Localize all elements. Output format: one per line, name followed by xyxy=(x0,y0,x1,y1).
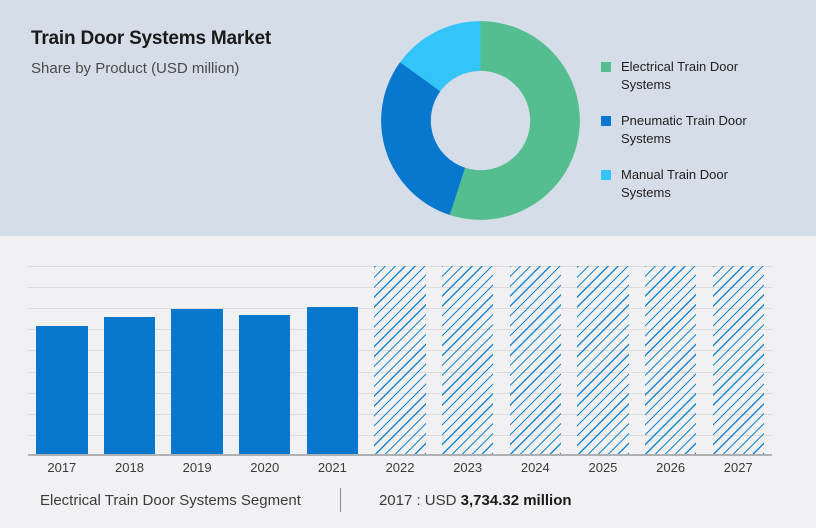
bar-slot xyxy=(28,266,96,454)
bar-forecast[interactable] xyxy=(577,266,629,454)
footer-segment-label: Electrical Train Door Systems Segment xyxy=(40,491,301,509)
footer-value: 2017 : USD 3,734.32 million xyxy=(379,492,572,509)
legend-item-pneumatic[interactable]: Pneumatic Train Door Systems xyxy=(601,112,801,148)
footer-amount: 3,734.32 million xyxy=(460,491,572,509)
infographic-root: Train Door Systems Market Share by Produ… xyxy=(0,0,816,528)
bar-chart xyxy=(28,266,772,456)
chart-legend: Electrical Train Door Systems Pneumatic … xyxy=(601,58,801,220)
legend-item-manual[interactable]: Manual Train Door Systems xyxy=(601,166,801,202)
bar-chart-bars xyxy=(28,266,772,454)
bar-slot xyxy=(434,266,502,454)
page-title: Train Door Systems Market xyxy=(31,28,271,49)
bar-historical[interactable] xyxy=(239,314,291,454)
bar-slot xyxy=(637,266,705,454)
donut-slice[interactable] xyxy=(381,62,466,215)
top-panel: Train Door Systems Market Share by Produ… xyxy=(0,0,816,236)
bar-forecast[interactable] xyxy=(441,266,494,454)
bar-historical[interactable] xyxy=(36,326,88,454)
legend-label-electrical: Electrical Train Door Systems xyxy=(621,59,739,92)
footer-year-prefix: 2017 : USD xyxy=(378,491,457,509)
legend-label-manual: Manual Train Door Systems xyxy=(621,166,728,200)
legend-swatch-electrical-icon xyxy=(601,62,611,72)
bar-slot xyxy=(704,266,772,454)
bar-forecast[interactable] xyxy=(712,266,764,454)
bar-slot xyxy=(231,266,299,454)
bottom-panel: 2017 2018 2019 2020 2021 2022 2023 2024 2025 2026… xyxy=(0,236,816,528)
bar-slot xyxy=(501,266,569,454)
footer: Electrical Train Door Systems Segment 20… xyxy=(0,472,816,528)
legend-item-electrical[interactable]: Electrical Train Door Systems xyxy=(601,58,801,94)
bar-slot xyxy=(299,266,367,454)
footer-divider xyxy=(339,488,341,512)
legend-swatch-manual-icon xyxy=(601,169,611,180)
bar-historical[interactable] xyxy=(171,309,223,454)
title-block: Train Door Systems Market Share by Produ… xyxy=(31,28,271,77)
bar-chart-x-axis xyxy=(28,454,772,456)
donut-chart-svg xyxy=(381,21,580,220)
bar-forecast[interactable] xyxy=(374,266,426,454)
bar-historical[interactable] xyxy=(306,307,359,454)
legend-label-pneumatic: Pneumatic Train Door Systems xyxy=(621,112,747,146)
bar-forecast[interactable] xyxy=(644,266,697,454)
bar-slot xyxy=(569,266,637,454)
bar-slot xyxy=(366,266,434,454)
bar-historical[interactable] xyxy=(103,316,156,454)
page-subtitle: Share by Product (USD million) xyxy=(31,60,240,77)
bar-forecast[interactable] xyxy=(509,266,561,454)
legend-swatch-pneumatic-icon xyxy=(601,115,611,126)
bar-slot xyxy=(163,266,231,454)
bar-slot xyxy=(96,266,164,454)
donut-chart xyxy=(377,17,584,224)
